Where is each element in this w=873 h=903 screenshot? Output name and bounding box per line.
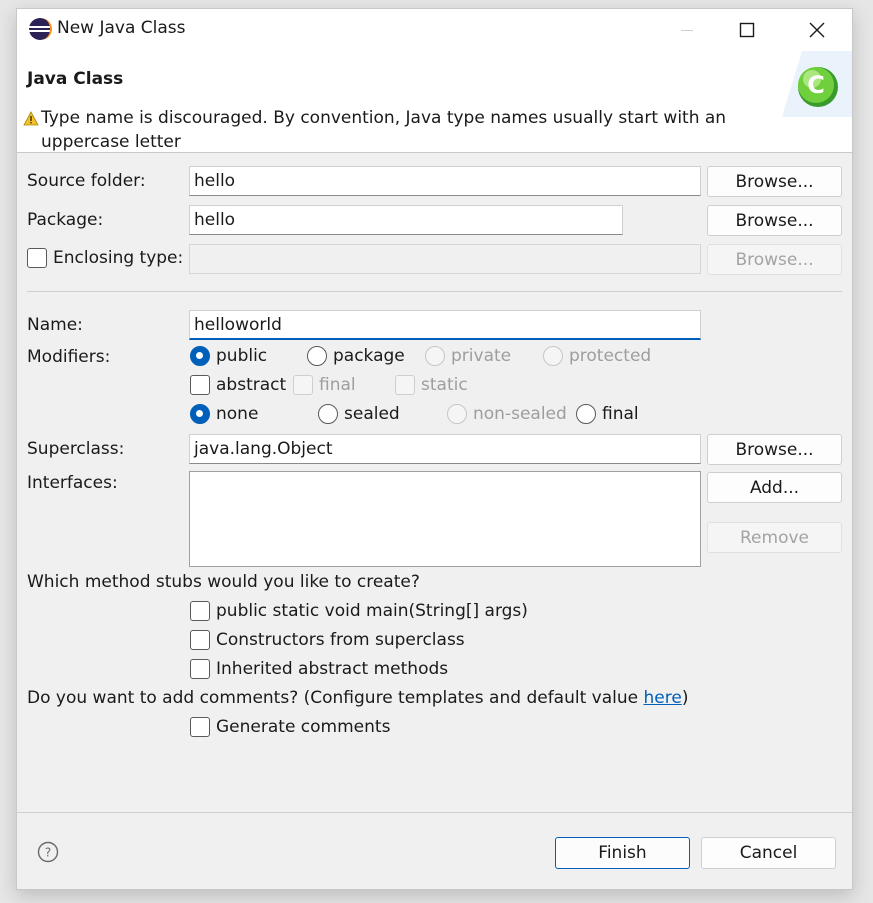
radio-label: public — [216, 346, 268, 366]
warning-message: Type name is discouraged. By convention,… — [41, 108, 727, 152]
radio-non-sealed: non-sealed — [447, 404, 567, 424]
radio-label: final — [602, 404, 639, 424]
checkbox-box — [190, 659, 210, 679]
source-folder-label: Source folder: — [27, 171, 146, 191]
close-icon — [809, 22, 825, 38]
radio-package[interactable]: package — [307, 346, 405, 366]
title-bar: New Java Class — [17, 9, 852, 51]
checkbox-label: abstract — [216, 375, 287, 395]
comments-question-text: Do you want to add comments? (Configure … — [27, 688, 644, 708]
minimize-icon — [681, 30, 693, 31]
radio-circle — [190, 346, 210, 366]
comments-question: Do you want to add comments? (Configure … — [27, 688, 688, 708]
source-folder-input[interactable]: hello — [189, 166, 701, 196]
package-label: Package: — [27, 210, 104, 230]
checkbox-label: final — [319, 375, 356, 395]
new-java-class-dialog: New Java Class Java Class Type name is d… — [16, 8, 853, 890]
radio-circle — [307, 346, 327, 366]
checkbox-label: Generate comments — [216, 717, 391, 737]
radio-public[interactable]: public — [190, 346, 267, 366]
minimize-button[interactable] — [657, 9, 717, 51]
finish-button[interactable]: Finish — [555, 837, 690, 869]
radio-label: private — [451, 346, 512, 366]
checkbox-label: public static void main(String[] args) — [216, 601, 528, 621]
remove-interface-button: Remove — [707, 522, 842, 553]
radio-circle — [190, 404, 210, 424]
checkbox-generate-comments[interactable]: Generate comments — [190, 717, 390, 737]
help-icon[interactable]: ? — [37, 841, 59, 863]
interfaces-list[interactable] — [189, 471, 701, 567]
svg-text:C: C — [807, 71, 825, 99]
checkbox-main-method[interactable]: public static void main(String[] args) — [190, 601, 528, 621]
checkbox-label: Constructors from superclass — [216, 630, 465, 650]
checkbox-label: Inherited abstract methods — [216, 659, 449, 679]
package-browse-button[interactable]: Browse... — [707, 205, 842, 236]
radio-none[interactable]: none — [190, 404, 258, 424]
divider — [27, 291, 842, 292]
footer-divider — [17, 812, 852, 813]
radio-circle — [576, 404, 596, 424]
add-interface-button[interactable]: Add... — [707, 472, 842, 503]
checkbox-box — [190, 601, 210, 621]
window-title: New Java Class — [57, 18, 186, 38]
superclass-browse-button[interactable]: Browse... — [707, 434, 842, 465]
package-input[interactable]: hello — [189, 205, 623, 235]
superclass-label: Superclass: — [27, 439, 125, 459]
cancel-button[interactable]: Cancel — [701, 837, 836, 869]
radio-circle — [425, 346, 445, 366]
checkbox-box — [395, 375, 415, 395]
checkbox-box — [190, 717, 210, 737]
configure-templates-link[interactable]: here — [644, 688, 682, 708]
superclass-input[interactable]: java.lang.Object — [189, 434, 701, 464]
radio-circle — [543, 346, 563, 366]
enclosing-type-label: Enclosing type: — [53, 248, 184, 268]
eclipse-icon — [29, 18, 52, 40]
checkbox-abstract[interactable]: abstract — [190, 375, 286, 395]
checkbox-static: static — [395, 375, 468, 395]
radio-label: protected — [569, 346, 652, 366]
radio-final[interactable]: final — [576, 404, 639, 424]
method-stubs-question: Which method stubs would you like to cre… — [27, 572, 420, 592]
radio-circle — [318, 404, 338, 424]
checkbox-box — [190, 630, 210, 650]
radio-circle — [447, 404, 467, 424]
checkbox-box — [27, 248, 47, 268]
svg-text:?: ? — [45, 846, 51, 860]
radio-protected: protected — [543, 346, 651, 366]
name-label: Name: — [27, 315, 83, 335]
radio-private: private — [425, 346, 511, 366]
interfaces-label: Interfaces: — [27, 473, 118, 493]
checkbox-box — [293, 375, 313, 395]
enclosing-type-browse-button: Browse... — [707, 244, 842, 275]
checkbox-label: static — [421, 375, 468, 395]
checkbox-constructors[interactable]: Constructors from superclass — [190, 630, 465, 650]
radio-sealed[interactable]: sealed — [318, 404, 400, 424]
comments-question-suffix: ) — [681, 688, 689, 708]
modifiers-label: Modifiers: — [27, 347, 111, 367]
radio-label: non-sealed — [473, 404, 567, 424]
checkbox-inherited-abstract[interactable]: Inherited abstract methods — [190, 659, 448, 679]
close-button[interactable] — [787, 9, 847, 51]
maximize-icon — [739, 22, 755, 38]
enclosing-type-checkbox[interactable]: Enclosing type: — [27, 248, 183, 268]
name-input[interactable]: helloworld — [189, 310, 701, 340]
source-folder-browse-button[interactable]: Browse... — [707, 166, 842, 197]
radio-label: sealed — [344, 404, 400, 424]
java-class-icon: C — [782, 51, 852, 117]
enclosing-type-input — [189, 244, 701, 274]
page-title: Java Class — [27, 69, 124, 89]
warning-icon — [23, 111, 39, 126]
checkbox-box — [190, 375, 210, 395]
wizard-header: Java Class Type name is discouraged. By … — [17, 51, 852, 153]
radio-label: package — [333, 346, 405, 366]
maximize-button[interactable] — [717, 9, 777, 51]
radio-label: none — [216, 404, 259, 424]
checkbox-final: final — [293, 375, 356, 395]
